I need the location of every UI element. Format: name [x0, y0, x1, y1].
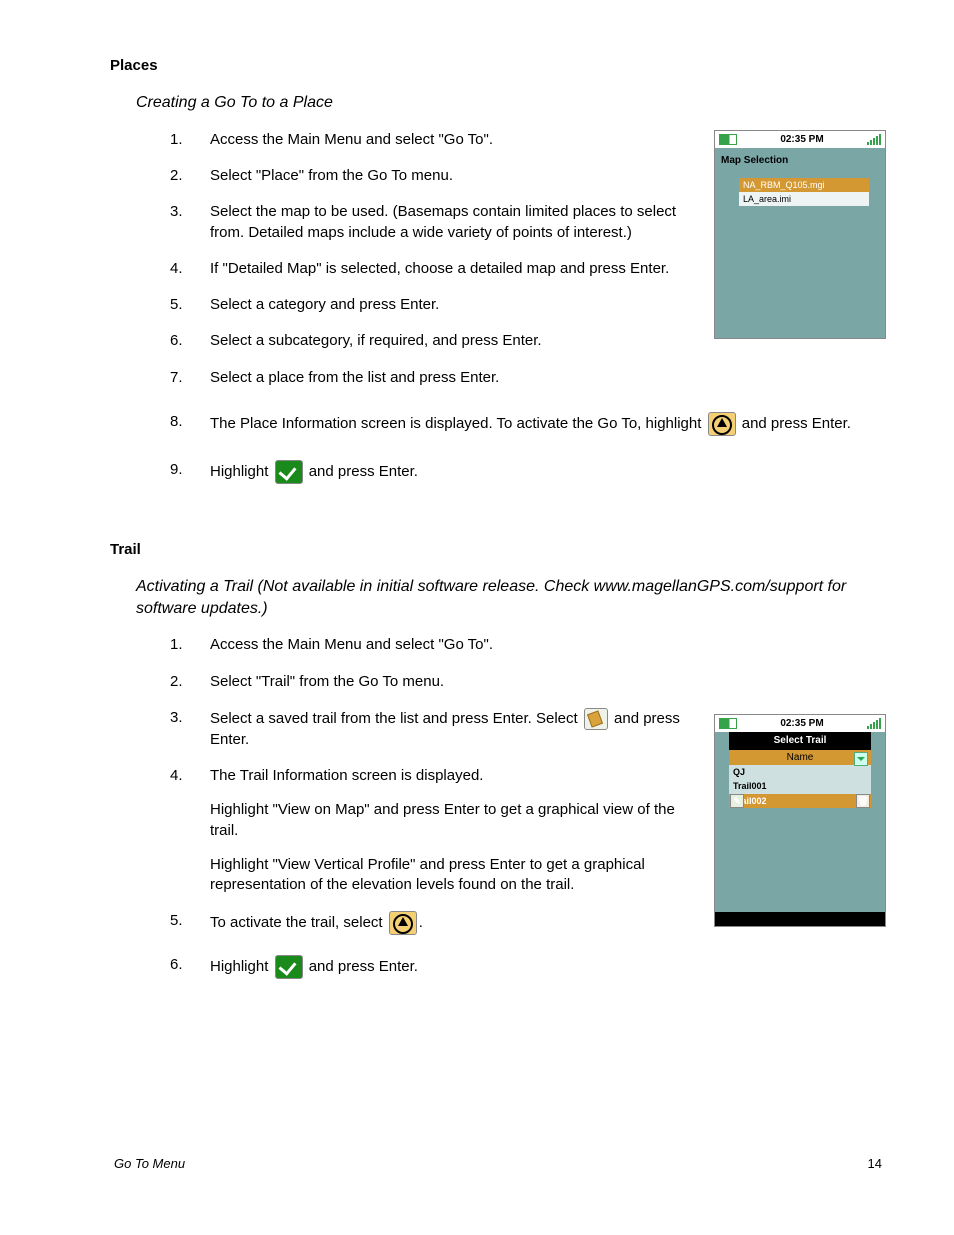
goto-arrow-icon: [389, 911, 417, 935]
clock: 02:35 PM: [780, 717, 823, 731]
list-item: ✎ Trail002 🗑: [729, 794, 871, 808]
dropdown-icon: [854, 752, 868, 766]
signal-icon: [867, 719, 881, 729]
heading-places: Places: [110, 56, 886, 76]
step-number: 5.: [170, 295, 210, 315]
step-text: Select a saved trail from the list and p…: [210, 708, 690, 750]
list-item: LA_area.imi: [739, 192, 869, 206]
screenshot-map-selection: 02:35 PM Map Selection NA_RBM_Q105.mgi L…: [714, 130, 886, 340]
step-number: 1.: [170, 635, 210, 655]
screen-title: Map Selection: [721, 154, 879, 168]
step-text: Select a category and press Enter.: [210, 295, 698, 315]
step-number: 8.: [170, 412, 210, 436]
list-item: Trail001: [729, 779, 871, 793]
column-header: Name: [729, 750, 871, 766]
goto-arrow-icon: [708, 412, 736, 436]
step-number: 6.: [170, 331, 210, 351]
page-footer: Go To Menu 14: [110, 1155, 886, 1173]
screenshot-select-trail: 02:35 PM Select Trail Name QJ Trail001 ✎…: [714, 714, 886, 928]
step-number: 7.: [170, 368, 210, 388]
step-text: Access the Main Menu and select "Go To".: [210, 635, 886, 655]
battery-icon: [719, 134, 737, 145]
list-item: NA_RBM_Q105.mgi: [739, 178, 869, 192]
clock: 02:35 PM: [780, 133, 823, 147]
step-number: 4.: [170, 259, 210, 279]
step-text: If "Detailed Map" is selected, choose a …: [210, 259, 690, 279]
footer-section: Go To Menu: [114, 1155, 185, 1173]
step-text: Highlight and press Enter.: [210, 460, 886, 484]
step-number: 4.: [170, 766, 210, 895]
check-icon: [275, 460, 303, 484]
list-item: QJ: [729, 765, 871, 779]
step-text: Select a place from the list and press E…: [210, 368, 886, 388]
step-text: The Trail Information screen is displaye…: [210, 766, 690, 895]
check-icon: [275, 955, 303, 979]
step-text: To activate the trail, select .: [210, 911, 698, 935]
step-number: 5.: [170, 911, 210, 935]
step-number: 3.: [170, 708, 210, 750]
step-text: The Place Information screen is displaye…: [210, 412, 886, 436]
screen-title: Select Trail: [729, 732, 871, 750]
step-text: Select a subcategory, if required, and p…: [210, 331, 698, 351]
step-text: Access the Main Menu and select "Go To".: [210, 130, 690, 150]
battery-icon: [719, 718, 737, 729]
step-number: 1.: [170, 130, 210, 150]
signal-icon: [867, 135, 881, 145]
subheading-trail: Activating a Trail (Not available in ini…: [136, 576, 886, 619]
step-number: 6.: [170, 955, 210, 979]
step-text: Select "Trail" from the Go To menu.: [210, 672, 886, 692]
step-number: 2.: [170, 672, 210, 692]
step-number: 2.: [170, 166, 210, 186]
page-number: 14: [868, 1155, 882, 1173]
step-number: 9.: [170, 460, 210, 484]
step-text: Select "Place" from the Go To menu.: [210, 166, 690, 186]
heading-trail: Trail: [110, 540, 886, 560]
step-text: Select the map to be used. (Basemaps con…: [210, 202, 690, 243]
subheading-places: Creating a Go To to a Place: [136, 92, 886, 114]
step-number: 3.: [170, 202, 210, 243]
edit-icon: [584, 708, 608, 730]
edit-icon: ✎: [730, 794, 744, 808]
delete-icon: 🗑: [856, 794, 870, 808]
step-text: Highlight and press Enter.: [210, 955, 886, 979]
